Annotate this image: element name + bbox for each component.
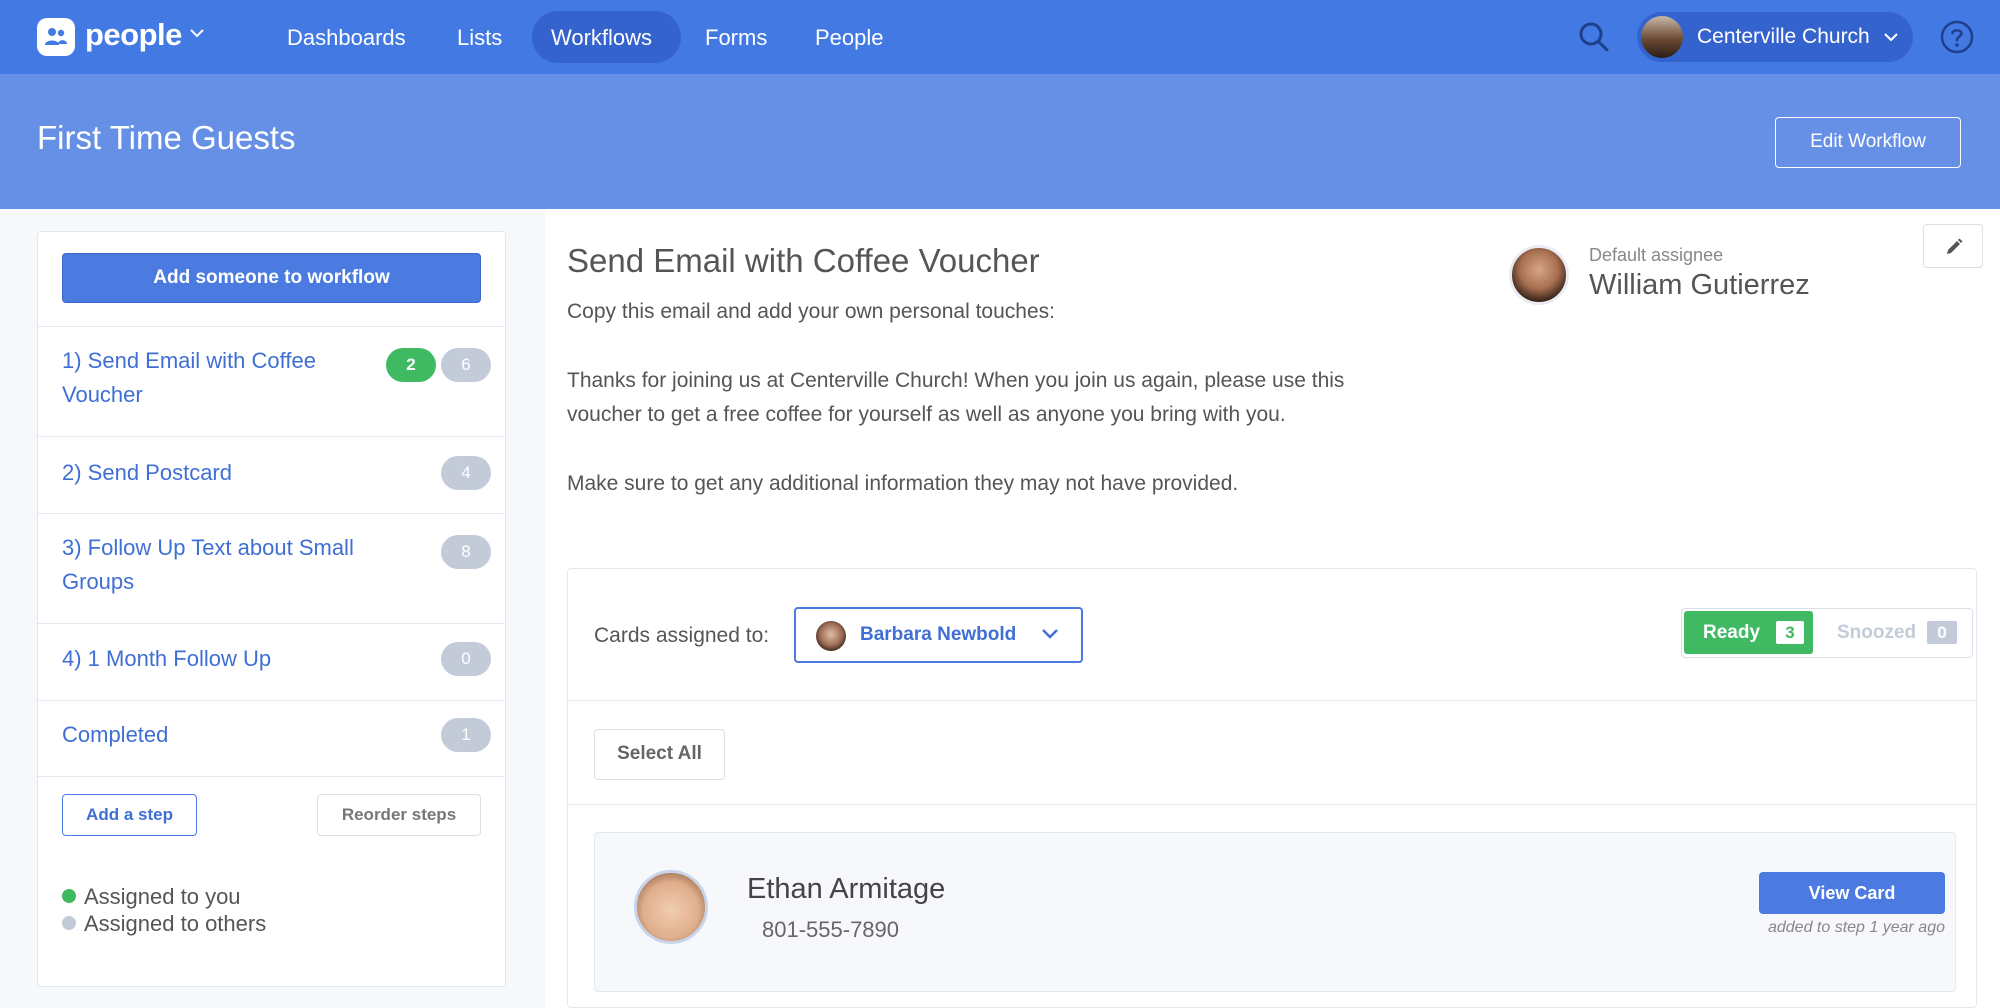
person-phone: 801-555-7890 — [762, 917, 900, 942]
nav-dashboards[interactable]: Dashboards — [287, 21, 406, 55]
view-card-button[interactable]: View Card — [1759, 872, 1945, 914]
chevron-down-icon — [1884, 33, 1898, 42]
divider — [38, 513, 505, 514]
assignee-select-value: Barbara Newbold — [860, 624, 1017, 645]
nav-people[interactable]: People — [815, 21, 884, 55]
step-description: Thanks for joining us at Centerville Chu… — [567, 369, 1345, 392]
top-nav: people Dashboards Lists Workflows Forms … — [0, 0, 2000, 74]
legend-label: Assigned to others — [84, 911, 267, 936]
account-avatar — [1641, 16, 1683, 58]
sidebar-step-3[interactable]: 3) Follow Up Text about Small Groups — [62, 531, 362, 599]
default-assignee-label: Default assignee — [1589, 245, 1724, 265]
divider — [38, 700, 505, 701]
sidebar-step-1[interactable]: 1) Send Email with Coffee Voucher — [62, 344, 362, 412]
person-name[interactable]: Ethan Armitage — [747, 873, 945, 906]
sidebar-step-2[interactable]: 2) Send Postcard — [62, 456, 362, 490]
chevron-down-icon[interactable] — [189, 28, 205, 38]
nav-lists[interactable]: Lists — [457, 21, 502, 55]
search-icon[interactable] — [1578, 21, 1610, 53]
step-description: Make sure to get any additional informat… — [567, 472, 1239, 495]
nav-workflows[interactable]: Workflows — [551, 21, 652, 55]
account-name: Centerville Church — [1697, 25, 1870, 48]
page-title: First Time Guests — [37, 119, 296, 156]
account-switcher[interactable]: Centerville Church — [1637, 12, 1913, 62]
legend-assigned-to-others: Assigned to others — [62, 911, 266, 937]
legend-assigned-to-you: Assigned to you — [62, 884, 241, 910]
pencil-icon — [1947, 238, 1963, 254]
ready-label: Ready — [1703, 622, 1761, 643]
divider — [568, 804, 1976, 805]
divider — [38, 623, 505, 624]
sidebar-step-4[interactable]: 4) 1 Month Follow Up — [62, 642, 362, 676]
assignee-select[interactable]: Barbara Newbold — [794, 607, 1083, 663]
added-timestamp: added to step 1 year ago — [1767, 919, 1945, 936]
default-assignee-avatar — [1509, 245, 1569, 305]
divider — [38, 436, 505, 437]
add-step-button[interactable]: Add a step — [62, 794, 197, 836]
step-title: Send Email with Coffee Voucher — [567, 242, 1040, 279]
app-name[interactable]: people — [85, 17, 182, 53]
green-dot-icon — [62, 889, 76, 903]
cards-assigned-label: Cards assigned to: — [594, 624, 770, 647]
divider — [568, 700, 1976, 701]
assigned-to-you-badge: 2 — [386, 348, 436, 382]
divider — [38, 326, 505, 327]
assignee-avatar — [816, 621, 846, 651]
reorder-steps-button[interactable]: Reorder steps — [317, 794, 481, 836]
edit-workflow-button[interactable]: Edit Workflow — [1775, 117, 1961, 168]
step-description: Copy this email and add your own persona… — [567, 300, 1055, 323]
snoozed-label: Snoozed — [1837, 622, 1917, 643]
gutter — [506, 209, 545, 1008]
step-detail: Send Email with Coffee Voucher Copy this… — [545, 209, 2000, 1008]
ready-count: 3 — [1776, 621, 1804, 644]
person-card: Ethan Armitage 801-555-7890 View Card ad… — [594, 832, 1956, 992]
nav-forms[interactable]: Forms — [705, 21, 767, 55]
step-count-badge: 4 — [441, 456, 491, 490]
step-count-badge: 0 — [441, 642, 491, 676]
add-someone-button[interactable]: Add someone to workflow — [62, 253, 481, 303]
cards-panel: Cards assigned to: Barbara Newbold Ready… — [567, 568, 1977, 1008]
edit-step-button[interactable] — [1923, 224, 1983, 268]
snoozed-tab[interactable]: Snoozed 0 — [1815, 611, 1970, 654]
step-description: voucher to get a free coffee for yoursel… — [567, 403, 1286, 426]
workflow-header: First Time Guests Edit Workflow — [0, 74, 2000, 209]
step-count-badge: 8 — [441, 535, 491, 569]
gray-dot-icon — [62, 916, 76, 930]
divider — [38, 776, 505, 777]
chevron-down-icon — [1042, 629, 1058, 639]
step-count-badge: 1 — [441, 718, 491, 752]
step-count-badge: 6 — [441, 348, 491, 382]
person-avatar[interactable] — [634, 870, 708, 944]
legend-label: Assigned to you — [84, 884, 241, 909]
ready-tab[interactable]: Ready 3 — [1684, 611, 1813, 654]
snoozed-count: 0 — [1927, 621, 1957, 644]
help-icon[interactable] — [1940, 20, 1974, 54]
sidebar-step-completed[interactable]: Completed — [62, 718, 362, 752]
select-all-button[interactable]: Select All — [594, 729, 725, 780]
ready-snoozed-toggle: Ready 3 Snoozed 0 — [1681, 608, 1973, 658]
default-assignee-name: William Gutierrez — [1589, 269, 1810, 301]
people-logo-icon[interactable] — [37, 18, 75, 56]
steps-sidebar: Add someone to workflow 1) Send Email wi… — [37, 231, 506, 987]
